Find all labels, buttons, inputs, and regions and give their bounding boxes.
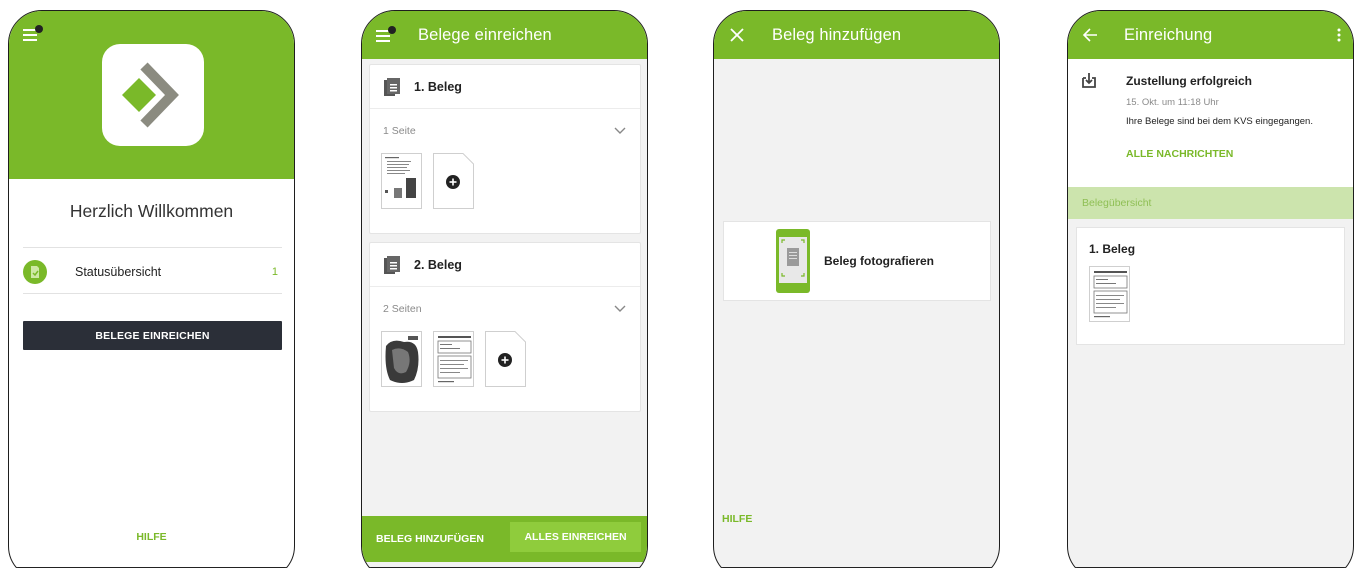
- chevron-down-icon[interactable]: [614, 305, 626, 313]
- document-icon: [384, 255, 400, 274]
- page-thumbnails: [370, 153, 640, 233]
- receipt-card[interactable]: 1. Beleg: [1076, 227, 1345, 345]
- app-bar: Einreichung: [1068, 11, 1353, 59]
- delivery-notice: Zustellung erfolgreich 15. Okt. um 11:18…: [1068, 59, 1353, 187]
- page-thumbnail[interactable]: [381, 331, 422, 387]
- menu-icon[interactable]: [23, 25, 45, 43]
- welcome-heading: Herzlich Willkommen: [69, 201, 234, 221]
- download-icon: [1082, 73, 1096, 88]
- add-page-icon[interactable]: [433, 153, 474, 209]
- bottom-action-bar: BELEG HINZUFÜGEN ALLES EINREICHEN: [362, 516, 647, 562]
- receipt-title: 2. Beleg: [414, 257, 462, 272]
- notice-date: 15. Okt. um 11:18 Uhr: [1126, 97, 1219, 108]
- page-thumbnail[interactable]: [1089, 266, 1130, 322]
- page-thumbnail[interactable]: [381, 153, 422, 209]
- submission-screen: Einreichung Zustellung erfolgreich 15. O…: [1067, 10, 1354, 568]
- page-count: 2 Seiten: [383, 303, 422, 315]
- screen-title: Einreichung: [1124, 25, 1213, 44]
- status-overview-label: Statusübersicht: [75, 265, 162, 279]
- pages-toggle[interactable]: 2 Seiten: [370, 287, 640, 331]
- back-arrow-icon[interactable]: [1082, 28, 1098, 42]
- app-bar: Belege einreichen: [362, 11, 647, 59]
- page-thumbnails: [370, 331, 640, 411]
- receipt-title: 1. Beleg: [1089, 242, 1136, 256]
- pages-toggle[interactable]: 1 Seite: [370, 109, 640, 153]
- receipt-card-header: 1. Beleg: [370, 65, 640, 109]
- submit-receipts-screen: Belege einreichen 1. Beleg 1 Seite 2. Be…: [361, 10, 648, 568]
- menu-icon[interactable]: [376, 26, 398, 44]
- phone-camera-icon: [776, 229, 810, 293]
- document-check-icon: [23, 260, 47, 284]
- submit-all-button[interactable]: ALLES EINREICHEN: [510, 522, 641, 552]
- all-messages-link[interactable]: ALLE NACHRICHTEN: [1126, 148, 1233, 160]
- photograph-receipt-option[interactable]: Beleg fotografieren: [723, 221, 991, 301]
- help-link[interactable]: HILFE: [722, 513, 752, 525]
- page-count: 1 Seite: [383, 125, 416, 137]
- chevron-down-icon[interactable]: [614, 127, 626, 135]
- add-receipt-screen: Beleg hinzufügen Beleg fotografieren HIL…: [713, 10, 1000, 568]
- page-thumbnail[interactable]: [433, 331, 474, 387]
- app-logo: [102, 44, 204, 146]
- document-icon: [384, 77, 400, 96]
- more-vert-icon[interactable]: [1337, 28, 1341, 42]
- add-receipt-button[interactable]: BELEG HINZUFÜGEN: [376, 533, 484, 545]
- receipt-card-header: 2. Beleg: [370, 243, 640, 287]
- screen-title: Beleg hinzufügen: [772, 25, 902, 44]
- divider: [23, 293, 282, 294]
- photograph-receipt-label: Beleg fotografieren: [824, 254, 935, 268]
- close-icon[interactable]: [730, 28, 744, 42]
- receipt-overview-header: Belegübersicht: [1068, 187, 1353, 219]
- status-overview-row[interactable]: Statusübersicht 1: [23, 251, 282, 293]
- divider: [23, 247, 282, 248]
- screen-title: Belege einreichen: [418, 25, 552, 44]
- receipt-title: 1. Beleg: [414, 79, 462, 94]
- notice-text: Ihre Belege sind bei dem KVS eingegangen…: [1126, 116, 1313, 127]
- submit-receipts-button[interactable]: BELEGE EINREICHEN: [23, 321, 282, 350]
- receipt-card: 2. Beleg 2 Seiten: [369, 242, 641, 412]
- status-count: 1: [271, 266, 278, 278]
- receipt-card: 1. Beleg 1 Seite: [369, 64, 641, 234]
- notice-title: Zustellung erfolgreich: [1126, 74, 1253, 88]
- add-page-icon[interactable]: [485, 331, 526, 387]
- help-link[interactable]: HILFE: [9, 531, 294, 543]
- app-bar: Beleg hinzufügen: [714, 11, 999, 59]
- welcome-screen: Herzlich Willkommen Statusübersicht 1 BE…: [8, 10, 295, 568]
